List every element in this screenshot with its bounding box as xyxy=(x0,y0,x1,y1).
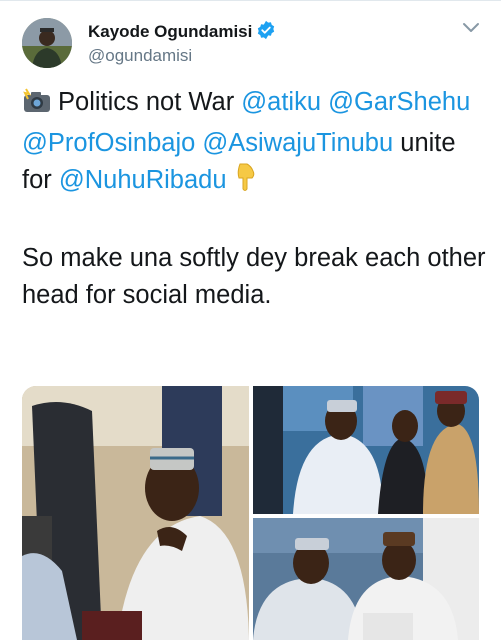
mention-profosinbajo[interactable]: @ProfOsinbajo xyxy=(22,129,195,157)
avatar[interactable] xyxy=(22,18,72,68)
camera-flash-emoji-icon xyxy=(22,88,52,125)
tweet-paragraph-2: So make una softly dey break each other … xyxy=(22,244,486,309)
text-politics: Politics not War xyxy=(58,88,235,116)
photo-1[interactable] xyxy=(22,386,249,640)
media-grid[interactable] xyxy=(22,386,479,640)
tweet-text: Politics not War @atiku @GarShehu @ProfO… xyxy=(22,84,492,314)
chevron-down-icon[interactable] xyxy=(462,22,480,34)
tweet-paragraph-1: Politics not War @atiku @GarShehu @ProfO… xyxy=(22,84,492,203)
author-name[interactable]: Kayode Ogundamisi xyxy=(88,20,276,45)
mention-nuhuribadu[interactable]: @NuhuRibadu xyxy=(59,166,227,194)
mention-atiku[interactable]: @atiku xyxy=(241,88,321,116)
verified-badge-icon xyxy=(256,20,276,45)
mention-garshehu[interactable]: @GarShehu xyxy=(328,88,470,116)
top-divider xyxy=(0,0,501,1)
mention-asiwajutinubu[interactable]: @AsiwajuTinubu xyxy=(202,129,393,157)
author-handle[interactable]: @ogundamisi xyxy=(88,46,192,66)
photo-2[interactable] xyxy=(253,386,479,514)
author-name-text[interactable]: Kayode Ogundamisi xyxy=(88,22,252,41)
photo-3[interactable] xyxy=(253,518,479,640)
pointing-down-emoji-icon xyxy=(234,162,258,203)
